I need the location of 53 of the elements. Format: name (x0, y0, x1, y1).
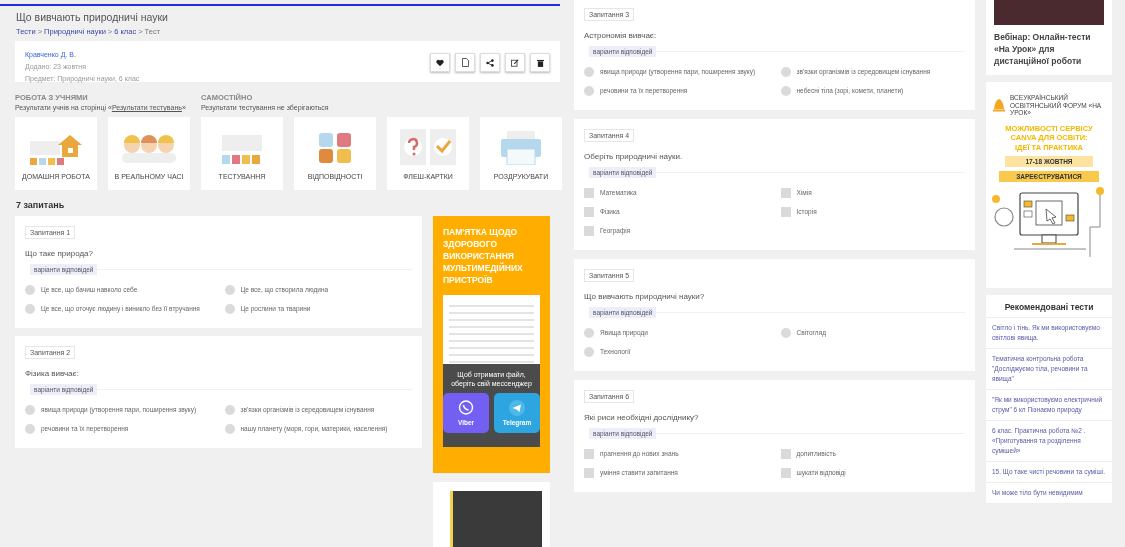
radio-button[interactable] (780, 86, 791, 96)
promo-title: ПАМ'ЯТКА ЩОДО ЗДОРОВОГО ВИКОРИСТАННЯ МУЛЬТИМЕДІЙНИХ ПРИСТРОЇВ (443, 226, 524, 286)
radio-button[interactable] (224, 285, 235, 295)
edit-icon (511, 58, 519, 67)
edit-button[interactable] (505, 53, 525, 72)
test-blocks-icon (220, 133, 264, 165)
radio-button[interactable] (584, 86, 594, 96)
pdf-button[interactable] (455, 53, 475, 72)
question-text: Оберіть природничі науки. (584, 152, 684, 161)
heart-icon (436, 58, 444, 67)
radio-button[interactable] (780, 67, 791, 77)
radio-button[interactable] (584, 347, 594, 357)
checkbox[interactable] (584, 188, 594, 198)
checkbox[interactable] (780, 188, 791, 198)
document-icon (461, 58, 469, 67)
paper-plane-icon (509, 400, 525, 416)
page-title: Що вивчають природничі науки (16, 11, 169, 23)
homework-icon (28, 133, 84, 165)
favorite-button[interactable] (430, 53, 450, 72)
radio-button[interactable] (224, 424, 235, 434)
radio-button[interactable] (780, 328, 791, 338)
checkbox[interactable] (584, 468, 594, 478)
question-text: Астрономія вивчає: (584, 31, 658, 40)
share-button[interactable] (480, 53, 500, 72)
checkbox[interactable] (584, 207, 594, 217)
radio-button[interactable] (25, 424, 35, 434)
checkbox[interactable] (584, 449, 594, 459)
checkbox[interactable] (584, 226, 594, 236)
share-icon (486, 58, 494, 67)
checkbox[interactable] (780, 207, 791, 217)
question-text: Фізика вивчає: (25, 369, 80, 378)
panel-title: Рекомендовані тести (986, 295, 1112, 318)
delete-button[interactable] (530, 53, 550, 72)
question-text: Що вивчають природничі науки? (584, 292, 706, 301)
radio-button[interactable] (25, 405, 35, 415)
phone-bubble-icon (458, 400, 474, 416)
checkbox[interactable] (780, 449, 791, 459)
flashcards-icon (400, 129, 456, 165)
bell-icon (992, 97, 1006, 114)
radio-button[interactable] (224, 405, 235, 415)
trash-icon (536, 58, 544, 67)
radio-button[interactable] (584, 328, 594, 338)
question-text: Що таке природа? (25, 249, 94, 258)
radio-button[interactable] (25, 304, 35, 314)
checkbox[interactable] (780, 468, 791, 478)
radio-button[interactable] (584, 67, 594, 77)
radio-button[interactable] (25, 285, 35, 295)
question-count: 7 запитань (16, 200, 66, 210)
puzzle-icon (317, 131, 353, 165)
webinar-link[interactable]: Вебінар: Онлайн-тести «На Урок» для дистанційної роботи (994, 31, 1104, 67)
question-text: Які риси необхідні досліднику? (584, 413, 700, 422)
radio-button[interactable] (224, 304, 235, 314)
printer-icon (499, 131, 543, 165)
